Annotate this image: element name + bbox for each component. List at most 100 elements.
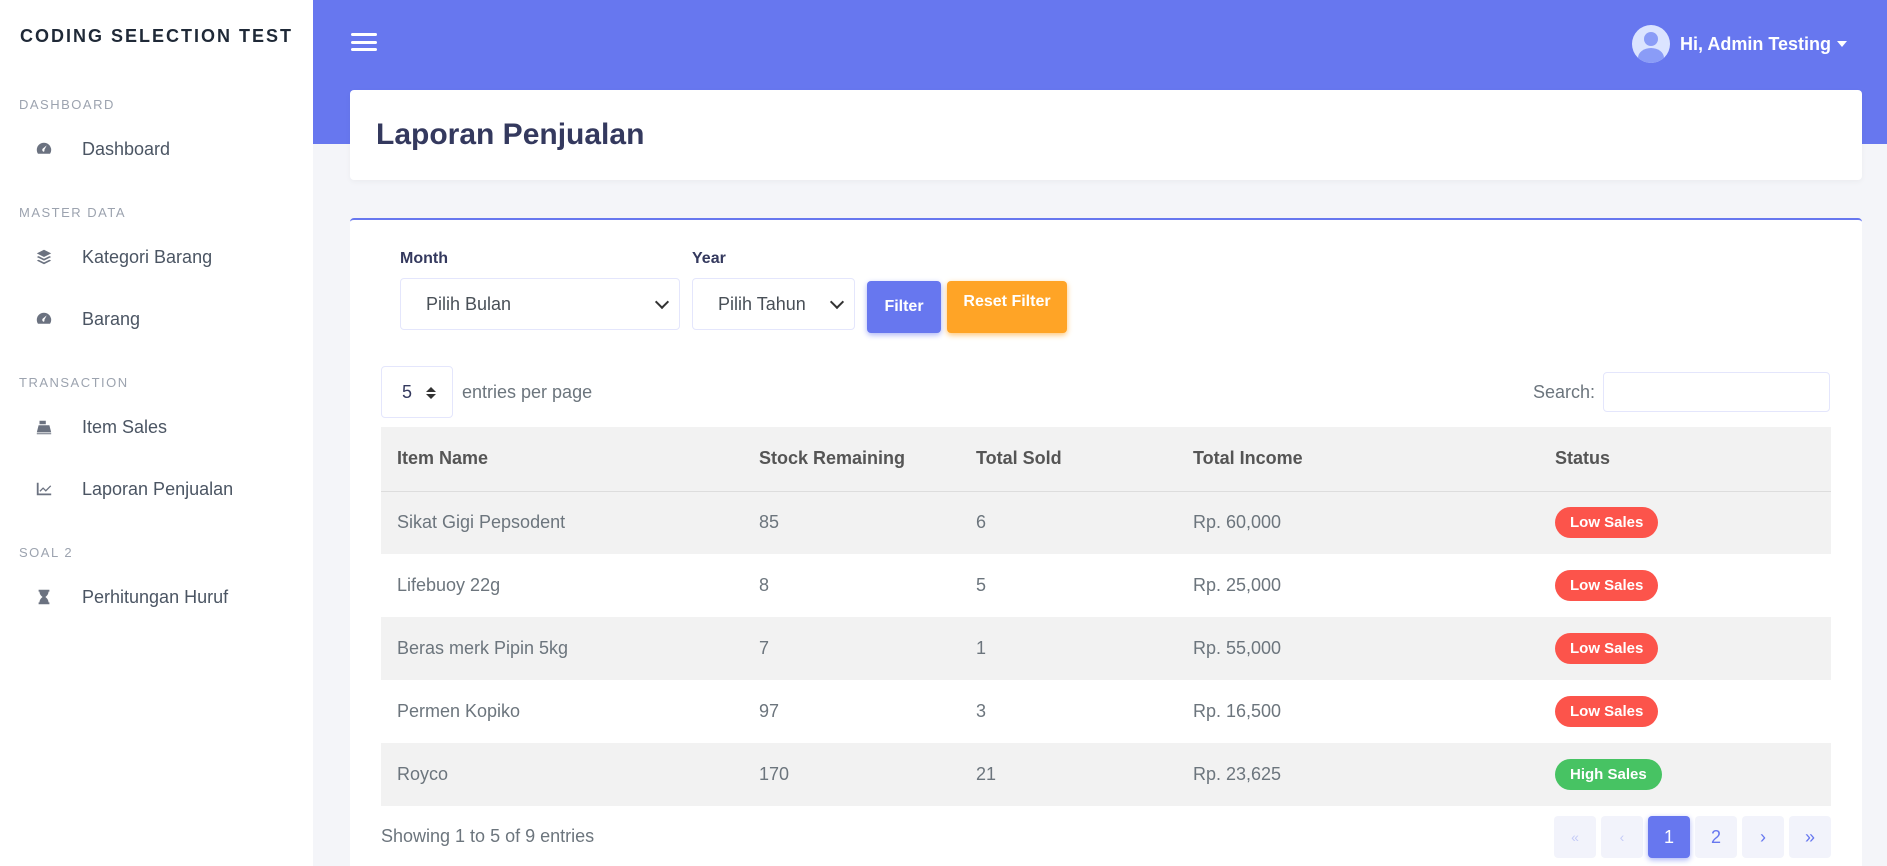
status-badge: Low Sales — [1555, 507, 1659, 539]
entries-control: 5 entries per page — [381, 366, 592, 418]
chevron-down-icon — [829, 294, 845, 309]
filter-button[interactable]: Filter — [867, 281, 941, 333]
sidebar-heading-master-data: MASTER DATA — [19, 205, 127, 220]
previous-page-button[interactable]: ‹ — [1601, 816, 1643, 858]
sidebar-item-barang[interactable]: Barang — [0, 288, 313, 350]
status-cell: Low Sales — [1539, 554, 1831, 617]
search-control: Search: — [1533, 372, 1830, 412]
table-row: Sikat Gigi Pepsodent 85 6 Rp. 60,000 Low… — [381, 491, 1831, 554]
caret-down-icon — [1837, 41, 1847, 47]
sidebar-item-perhitungan-huruf[interactable]: Perhitungan Huruf — [0, 566, 313, 628]
pagination: « ‹ 1 2 › » — [1549, 816, 1831, 858]
sidebar-item-label: Kategori Barang — [82, 246, 213, 267]
status-cell: Low Sales — [1539, 617, 1831, 680]
sidebar: CODING SELECTION TEST DASHBOARD Dashboar… — [0, 0, 313, 866]
sidebar-item-label: Perhitungan Huruf — [82, 586, 229, 607]
column-header[interactable]: Stock Remaining — [743, 427, 960, 492]
page-title: Laporan Penjualan — [376, 118, 645, 151]
year-field: Year Pilih Tahun — [692, 250, 855, 330]
gauge-icon — [34, 139, 54, 159]
sales-report-table: Item Name Stock Remaining Total Sold Tot… — [381, 427, 1831, 806]
filter-form: Month Pilih Bulan Year Pilih Tahun Filte… — [400, 250, 1067, 333]
income-cell: Rp. 55,000 — [1177, 617, 1539, 680]
column-header[interactable]: Total Income — [1177, 427, 1539, 492]
status-badge: Low Sales — [1555, 633, 1659, 664]
status-cell: Low Sales — [1539, 680, 1831, 743]
sidebar-item-dashboard[interactable]: Dashboard — [0, 118, 313, 180]
sort-updown-icon — [426, 387, 436, 399]
user-menu[interactable]: Hi, Admin Testing — [1632, 25, 1847, 63]
item-name-cell: Sikat Gigi Pepsodent — [381, 491, 743, 554]
page-header: Laporan Penjualan — [350, 90, 1862, 180]
brand-title[interactable]: CODING SELECTION TEST — [0, 0, 313, 72]
table-row: Beras merk Pipin 5kg 7 1 Rp. 55,000 Low … — [381, 617, 1831, 680]
menu-toggle-icon[interactable] — [351, 30, 377, 54]
last-page-button[interactable]: » — [1789, 816, 1831, 858]
status-badge: High Sales — [1555, 759, 1662, 790]
hourglass-icon — [34, 587, 54, 607]
column-header[interactable]: Status — [1539, 427, 1831, 492]
next-page-button[interactable]: › — [1742, 816, 1784, 858]
sidebar-item-label: Laporan Penjualan — [82, 478, 234, 499]
status-badge: Low Sales — [1555, 696, 1659, 727]
search-input[interactable] — [1603, 372, 1830, 412]
sidebar-heading-soal-2: SOAL 2 — [19, 545, 74, 560]
sidebar-item-item-sales[interactable]: Item Sales — [0, 396, 313, 458]
stock-cell: 85 — [743, 491, 960, 554]
stock-cell: 97 — [759, 701, 780, 721]
stock-cell: 8 — [759, 575, 770, 595]
table-row: Royco 170 21 Rp. 23,625 High Sales — [381, 743, 1831, 806]
column-header[interactable]: Total Sold — [960, 427, 1177, 492]
month-select[interactable]: Pilih Bulan — [400, 278, 680, 330]
page-2-button[interactable]: 2 — [1695, 816, 1737, 858]
table-row: Permen Kopiko 97 3 Rp. 16,500 Low Sales — [381, 680, 1831, 743]
column-header[interactable]: Item Name — [381, 427, 743, 492]
sold-cell: 5 — [976, 575, 987, 595]
income-cell: Rp. 16,500 — [1193, 701, 1282, 721]
first-page-button[interactable]: « — [1554, 816, 1596, 858]
report-card: Month Pilih Bulan Year Pilih Tahun Filte… — [350, 218, 1862, 866]
item-name-cell: Permen Kopiko — [397, 701, 521, 721]
table-header-row: Item Name Stock Remaining Total Sold Tot… — [381, 427, 1831, 492]
month-field: Month Pilih Bulan — [400, 250, 680, 330]
user-greeting: Hi, Admin Testing — [1680, 33, 1831, 54]
line-chart-icon — [34, 479, 54, 499]
income-cell: Rp. 23,625 — [1177, 743, 1539, 806]
sidebar-item-label: Barang — [82, 308, 141, 329]
status-cell: Low Sales — [1539, 491, 1831, 554]
sidebar-heading-transaction: TRANSACTION — [19, 375, 129, 390]
status-cell: High Sales — [1539, 743, 1831, 806]
sidebar-heading-dashboard: DASHBOARD — [19, 97, 115, 112]
chevron-down-icon — [654, 294, 670, 309]
year-select-value: Pilih Tahun — [718, 293, 806, 314]
income-cell: Rp. 25,000 — [1193, 575, 1282, 595]
entries-value: 5 — [402, 381, 413, 402]
item-name-cell: Beras merk Pipin 5kg — [381, 617, 743, 680]
month-select-value: Pilih Bulan — [426, 293, 512, 314]
month-label: Month — [400, 250, 448, 267]
stock-cell: 170 — [743, 743, 960, 806]
sidebar-item-label: Item Sales — [82, 416, 168, 437]
sold-cell: 21 — [960, 743, 1177, 806]
income-cell: Rp. 60,000 — [1177, 491, 1539, 554]
sidebar-item-kategori-barang[interactable]: Kategori Barang — [0, 226, 313, 288]
layers-icon — [34, 247, 54, 267]
entries-per-page-select[interactable]: 5 — [381, 366, 453, 418]
avatar — [1632, 25, 1670, 63]
sold-cell: 6 — [960, 491, 1177, 554]
page-1-button[interactable]: 1 — [1648, 816, 1690, 858]
reset-filter-button[interactable]: Reset Filter — [947, 281, 1067, 333]
year-select[interactable]: Pilih Tahun — [692, 278, 855, 330]
status-badge: Low Sales — [1555, 570, 1659, 601]
table-row: Lifebuoy 22g 8 5 Rp. 25,000 Low Sales — [381, 554, 1831, 617]
stock-cell: 7 — [743, 617, 960, 680]
item-name-cell: Lifebuoy 22g — [397, 575, 501, 595]
sidebar-item-laporan-penjualan[interactable]: Laporan Penjualan — [0, 458, 313, 520]
gauge-icon — [34, 309, 54, 329]
year-label: Year — [692, 250, 726, 267]
cash-register-icon — [34, 417, 54, 437]
sidebar-item-label: Dashboard — [82, 138, 171, 159]
sold-cell: 3 — [976, 701, 987, 721]
entries-label: entries per page — [462, 381, 593, 402]
table-info: Showing 1 to 5 of 9 entries — [381, 826, 595, 846]
